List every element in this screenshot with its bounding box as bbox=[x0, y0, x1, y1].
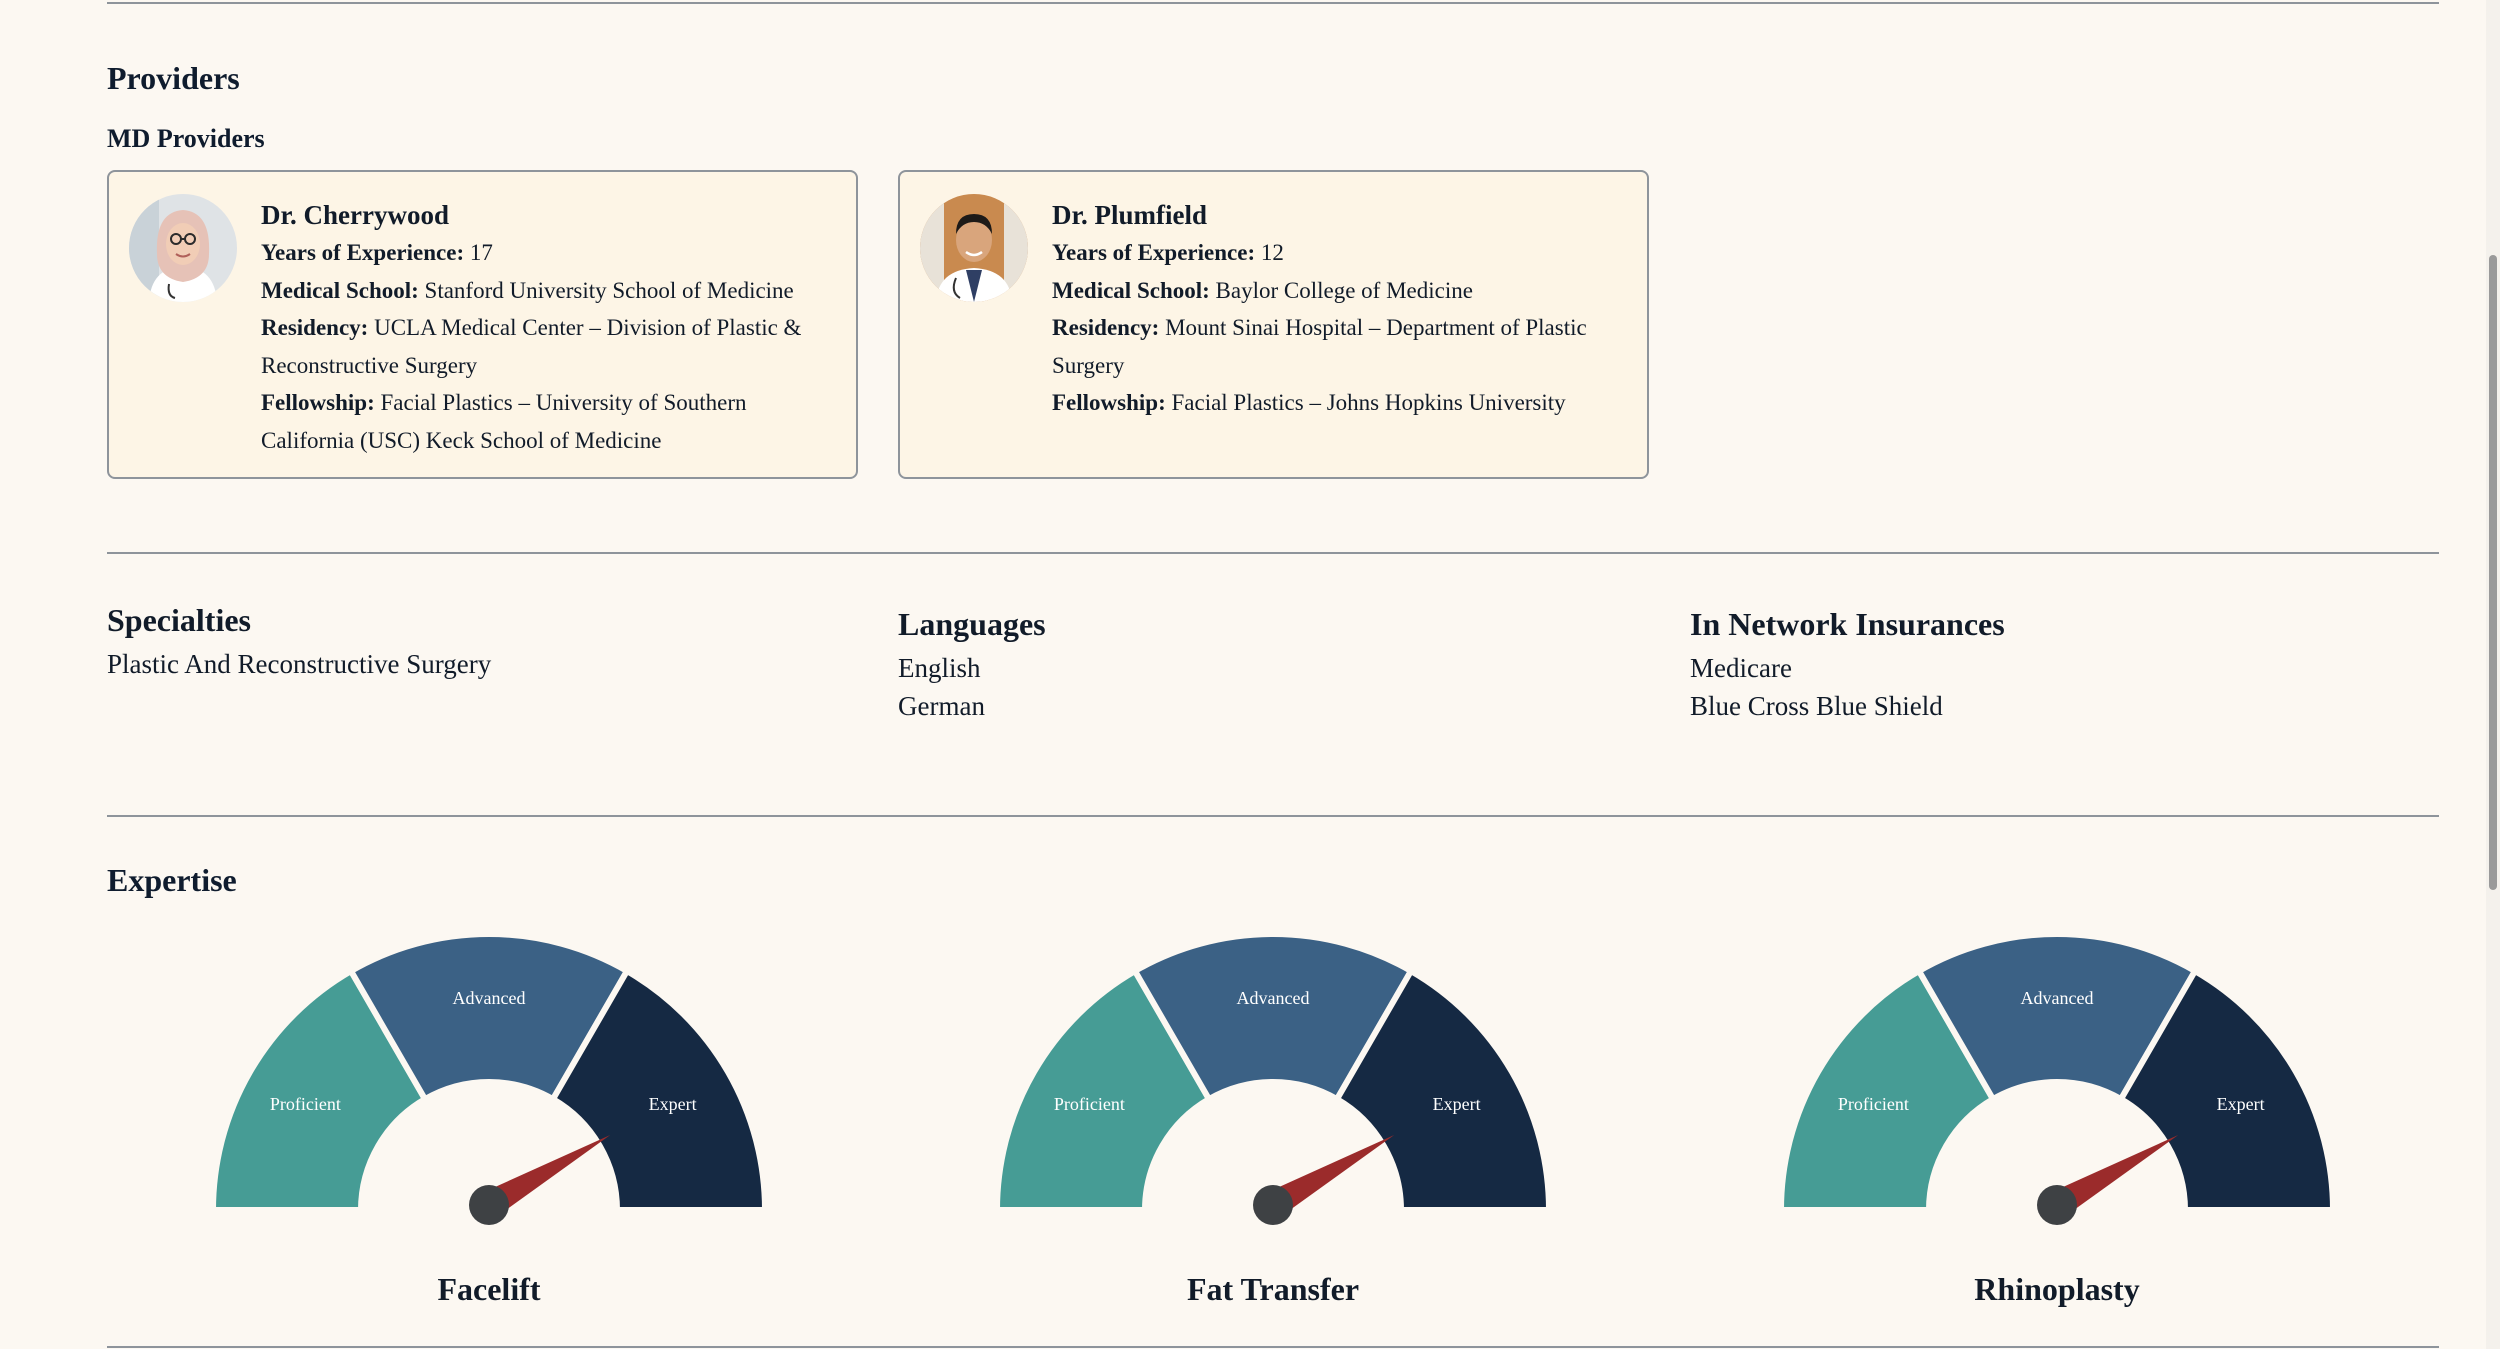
bottom-divider bbox=[107, 1346, 2439, 1348]
provider-name: Dr. Cherrywood bbox=[261, 200, 449, 230]
scrollbar-thumb[interactable] bbox=[2489, 255, 2497, 890]
medical-school-label: Medical School: bbox=[261, 277, 419, 303]
fellowship-label: Fellowship: bbox=[261, 390, 375, 415]
residency-line: Residency: UCLA Medical Center – Divisio… bbox=[261, 309, 831, 384]
specialties-section: Specialties Plastic And Reconstructive S… bbox=[107, 598, 867, 684]
male-doctor-avatar bbox=[920, 194, 1028, 302]
gauge-level-label: Expert bbox=[649, 1094, 697, 1114]
residency-label: Residency: bbox=[261, 315, 369, 340]
residency-line: Residency: Mount Sinai Hospital – Depart… bbox=[1052, 309, 1622, 384]
gauge-procedure-label: Fat Transfer bbox=[1186, 1271, 1360, 1307]
gauge-level-label: Proficient bbox=[1054, 1094, 1125, 1114]
top-divider bbox=[107, 2, 2439, 4]
specialties-heading: Specialties bbox=[107, 602, 251, 638]
gauge-procedure-label: Facelift bbox=[437, 1271, 541, 1307]
gauge-needle-hub bbox=[2037, 1185, 2077, 1225]
insurances-heading: In Network Insurances bbox=[1690, 606, 2005, 642]
provider-card-cherrywood[interactable]: Dr. Cherrywood Years of Experience: 17 M… bbox=[107, 170, 858, 479]
gauge-level-label: Proficient bbox=[270, 1094, 341, 1114]
experience-value: 12 bbox=[1260, 240, 1284, 265]
experience-label: Years of Experience: bbox=[1052, 240, 1256, 265]
residency-label: Residency: bbox=[1052, 315, 1160, 340]
medical-school-value: Baylor College of Medicine bbox=[1215, 277, 1473, 303]
fellowship-label: Fellowship: bbox=[1052, 390, 1166, 415]
languages-heading: Languages bbox=[898, 606, 1046, 642]
fellowship-line: Fellowship: Facial Plastics – Johns Hopk… bbox=[1052, 384, 1622, 422]
gauge-procedure-label: Rhinoplasty bbox=[1974, 1271, 2140, 1307]
expertise-heading: Expertise bbox=[107, 862, 237, 898]
info-divider bbox=[107, 815, 2439, 817]
gauge-needle-hub bbox=[1253, 1185, 1293, 1225]
language-item: English bbox=[898, 653, 981, 683]
medical-school-label: Medical School: bbox=[1052, 277, 1210, 303]
fellowship-line: Fellowship: Facial Plastics – University… bbox=[261, 384, 831, 459]
gauge-level-label: Advanced bbox=[1237, 988, 1310, 1008]
experience-line: Years of Experience: 12 bbox=[1052, 234, 1622, 272]
insurances-section: In Network Insurances Medicare Blue Cros… bbox=[1690, 602, 2450, 725]
expertise-gauge-fat-transfer: Proficient Advanced Expert Fat Transfer bbox=[983, 930, 1563, 1307]
gauge-level-label: Expert bbox=[2217, 1094, 2265, 1114]
experience-label: Years of Experience: bbox=[261, 240, 465, 265]
providers-heading: Providers bbox=[107, 60, 240, 96]
language-item: German bbox=[898, 690, 985, 721]
gauge-graphic: Proficient Advanced Expert bbox=[210, 931, 768, 1225]
page-scrollbar[interactable] bbox=[2486, 0, 2500, 1349]
female-doctor-avatar bbox=[129, 194, 237, 302]
insurance-item: Blue Cross Blue Shield bbox=[1690, 690, 1943, 721]
gauge-level-label: Advanced bbox=[453, 988, 526, 1008]
medical-school-value: Stanford University School of Medicine bbox=[424, 277, 794, 303]
gauge-level-label: Advanced bbox=[2021, 988, 2094, 1008]
expertise-gauge-facelift: Proficient Advanced Expert Facelift bbox=[199, 930, 779, 1307]
gauge-graphic: Proficient Advanced Expert bbox=[1778, 931, 2336, 1225]
gauge-level-label: Proficient bbox=[1838, 1094, 1909, 1114]
gauge-needle-hub bbox=[469, 1185, 509, 1225]
md-providers-heading: MD Providers bbox=[107, 124, 265, 153]
expertise-gauge-rhinoplasty: Proficient Advanced Expert Rhinoplasty bbox=[1767, 930, 2347, 1307]
fellowship-value: Facial Plastics – Johns Hopkins Universi… bbox=[1171, 390, 1566, 415]
specialty-item: Plastic And Reconstructive Surgery bbox=[107, 649, 492, 679]
insurance-item: Medicare bbox=[1690, 653, 1792, 683]
medical-school-line: Medical School: Baylor College of Medici… bbox=[1052, 272, 1622, 310]
gauge-level-label: Expert bbox=[1433, 1094, 1481, 1114]
experience-line: Years of Experience: 17 bbox=[261, 234, 831, 272]
medical-school-line: Medical School: Stanford University Scho… bbox=[261, 272, 831, 310]
languages-section: Languages English German bbox=[898, 602, 1658, 725]
providers-divider bbox=[107, 552, 2439, 554]
gauge-graphic: Proficient Advanced Expert bbox=[994, 931, 1552, 1225]
experience-value: 17 bbox=[469, 240, 493, 265]
provider-name: Dr. Plumfield bbox=[1052, 200, 1207, 230]
provider-card-plumfield[interactable]: Dr. Plumfield Years of Experience: 12 Me… bbox=[898, 170, 1649, 479]
